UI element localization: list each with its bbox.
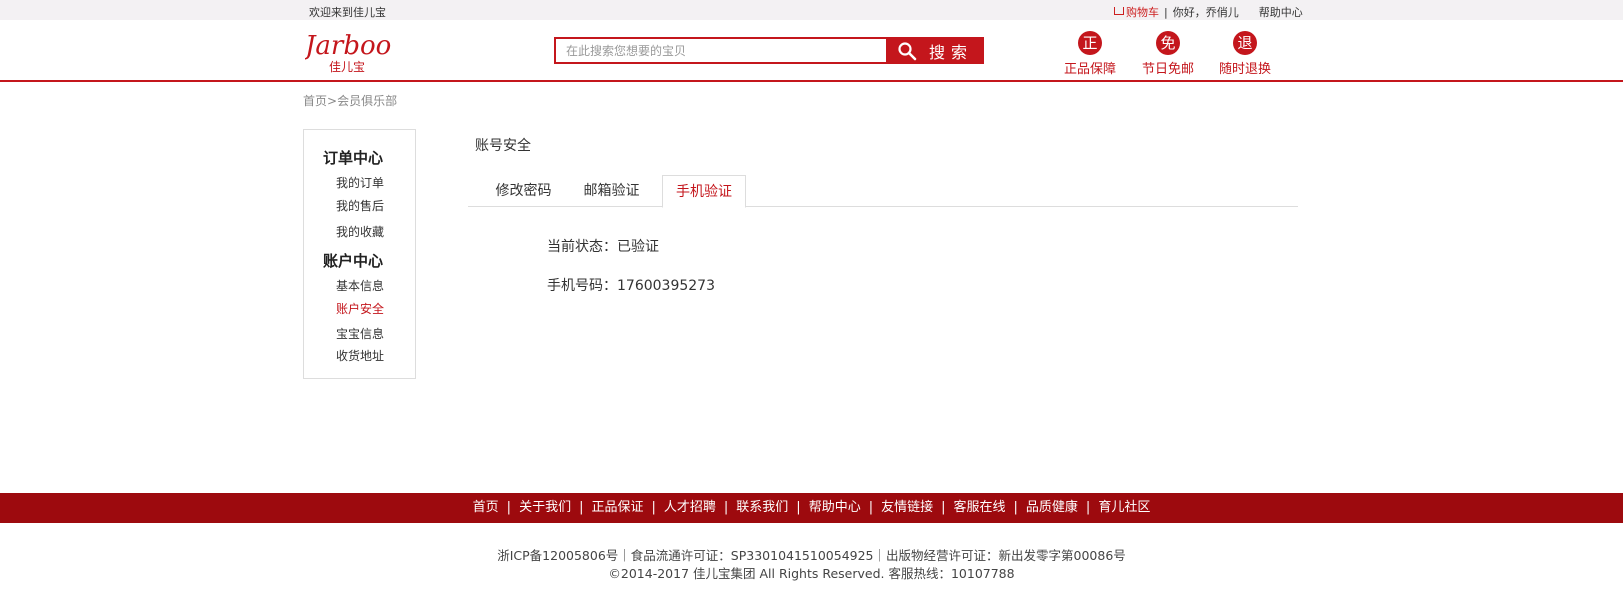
sidebar-item-my-aftersales[interactable]: 我的售后 bbox=[336, 197, 384, 214]
sidebar-item-shipping-address[interactable]: 收货地址 bbox=[336, 347, 384, 364]
footer-links: 首页 | 关于我们 | 正品保证 | 人才招聘 | 联系我们 | 帮助中心 | 友情链接 | 客服在线 | 品质… bbox=[0, 493, 1623, 523]
promise-genuine: 正 正品保障 bbox=[1055, 31, 1125, 77]
divider: | bbox=[579, 500, 584, 515]
verification-status: 当前状态：已验证 bbox=[547, 239, 659, 255]
footer-license: 浙ICP备12005806号｜食品流通许可证：SP330104151005492… bbox=[497, 548, 1126, 563]
divider: | bbox=[1085, 500, 1091, 515]
top-bar-right: 购物车 | 你好，乔俏儿 帮助中心 bbox=[1114, 4, 1303, 20]
svg-text:Jarboo: Jarboo bbox=[305, 31, 391, 61]
footer-link-support[interactable]: 客服在线 bbox=[954, 500, 1006, 515]
greeting-text: 你好，乔俏儿 bbox=[1172, 6, 1239, 19]
search-icon bbox=[898, 41, 917, 60]
divider: | bbox=[1164, 6, 1168, 19]
promise-label: 随时退换 bbox=[1218, 62, 1271, 77]
tab-phone-verification[interactable]: 手机验证 bbox=[662, 175, 746, 208]
divider: | bbox=[941, 500, 946, 515]
header: Jarboo 佳儿宝 搜索 正 正品保障 免 节日免邮 退 随时退换 bbox=[0, 20, 1623, 82]
footer-link-careers[interactable]: 人才招聘 bbox=[664, 500, 716, 515]
sidebar-item-basic-info[interactable]: 基本信息 bbox=[336, 277, 384, 294]
breadcrumb-separator: > bbox=[327, 94, 338, 108]
footer-link-contact[interactable]: 联系我们 bbox=[736, 500, 788, 515]
sidebar-item-my-favorites[interactable]: 我的收藏 bbox=[336, 223, 384, 240]
sidebar-item-account-security[interactable]: 账户安全 bbox=[336, 300, 384, 317]
sidebar-item-baby-info[interactable]: 宝宝信息 bbox=[336, 325, 384, 342]
welcome-text: 欢迎来到佳儿宝 bbox=[309, 6, 386, 19]
search-button[interactable]: 搜索 bbox=[886, 37, 984, 64]
logo[interactable]: Jarboo 佳儿宝 bbox=[300, 30, 401, 74]
phone-number: 手机号码：17600395273 bbox=[547, 278, 715, 294]
footer-link-guarantee[interactable]: 正品保证 bbox=[591, 500, 643, 515]
free-shipping-icon: 免 bbox=[1156, 31, 1180, 55]
logo-graphic: Jarboo 佳儿宝 bbox=[300, 31, 391, 74]
return-icon: 退 bbox=[1233, 31, 1257, 55]
top-bar: 欢迎来到佳儿宝 购物车 | 你好，乔俏儿 帮助中心 bbox=[0, 0, 1623, 20]
footer-link-quality[interactable]: 品质健康 bbox=[1026, 500, 1078, 515]
tab-change-password[interactable]: 修改密码 bbox=[486, 175, 561, 208]
divider: | bbox=[651, 500, 656, 515]
divider: | bbox=[723, 500, 729, 515]
cart-icon bbox=[1114, 7, 1124, 15]
breadcrumb-current: 会员俱乐部 bbox=[337, 94, 398, 108]
footer-link-help[interactable]: 帮助中心 bbox=[809, 500, 861, 515]
footer-link-friends[interactable]: 友情链接 bbox=[881, 500, 933, 515]
divider: | bbox=[868, 500, 874, 515]
divider: | bbox=[506, 500, 512, 515]
page-title: 账号安全 bbox=[475, 138, 531, 154]
breadcrumb-home[interactable]: 首页 bbox=[303, 94, 327, 108]
search-bar: 搜索 bbox=[554, 37, 984, 64]
sidebar-group-account: 账户中心 bbox=[323, 252, 384, 270]
sidebar-item-my-orders[interactable]: 我的订单 bbox=[336, 174, 384, 191]
divider: | bbox=[796, 500, 801, 515]
promise-label: 节日免邮 bbox=[1141, 62, 1194, 77]
sidebar-group-orders: 订单中心 bbox=[323, 149, 384, 167]
promise-return: 退 随时退换 bbox=[1210, 31, 1280, 77]
sidebar: 订单中心 我的订单 我的售后 我的收藏 账户中心 基本信息 账户安全 宝宝信息 … bbox=[303, 129, 416, 379]
footer-link-parenting[interactable]: 育儿社区 bbox=[1098, 500, 1150, 515]
search-input[interactable] bbox=[554, 37, 886, 64]
cart-label: 购物车 bbox=[1126, 6, 1159, 19]
footer-copyright: ©2014-2017 佳儿宝集团 All Rights Reserved. 客服… bbox=[608, 566, 1015, 581]
svg-text:佳儿宝: 佳儿宝 bbox=[329, 60, 365, 74]
search-button-label: 搜索 bbox=[928, 42, 973, 62]
footer-link-about[interactable]: 关于我们 bbox=[519, 500, 571, 515]
tab-bar: 修改密码 邮箱验证 手机验证 bbox=[468, 175, 1298, 208]
tab-email-verification[interactable]: 邮箱验证 bbox=[574, 175, 649, 208]
divider: | bbox=[1013, 500, 1018, 515]
cart-link[interactable]: 购物车 bbox=[1114, 6, 1159, 19]
promise-label: 正品保障 bbox=[1063, 62, 1116, 77]
genuine-icon: 正 bbox=[1078, 31, 1102, 55]
help-center-link[interactable]: 帮助中心 bbox=[1259, 6, 1303, 19]
promise-free-shipping: 免 节日免邮 bbox=[1133, 31, 1203, 77]
breadcrumb: 首页>会员俱乐部 bbox=[303, 92, 397, 109]
footer-link-home[interactable]: 首页 bbox=[473, 500, 499, 515]
